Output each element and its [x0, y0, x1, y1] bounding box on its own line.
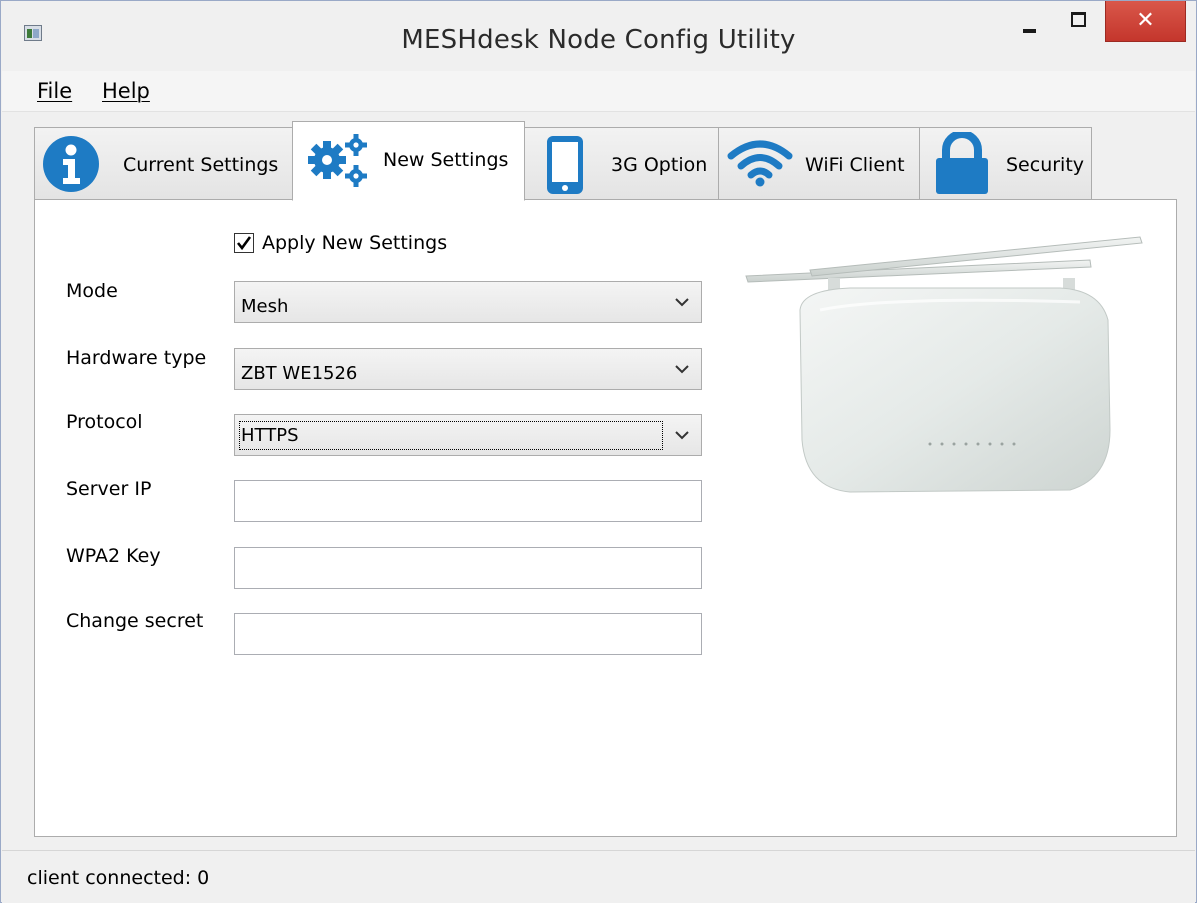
wifi-icon — [727, 140, 793, 187]
menu-bar: File Help — [2, 71, 1195, 112]
tab-wifi-client[interactable]: WiFi Client — [718, 127, 920, 199]
maximize-button[interactable] — [1055, 1, 1101, 43]
router-image — [745, 236, 1143, 493]
server-ip-input[interactable] — [234, 480, 702, 522]
phone-icon — [547, 136, 583, 194]
protocol-label: Protocol — [66, 411, 143, 433]
tab-new-settings[interactable]: New Settings — [292, 121, 525, 201]
protocol-value: HTTPS — [239, 421, 663, 450]
tab-label: Security — [1006, 154, 1085, 176]
protocol-select[interactable]: HTTPS — [234, 414, 702, 456]
gears-icon — [308, 134, 367, 187]
chevron-down-icon — [675, 431, 689, 440]
minimize-button[interactable] — [1007, 1, 1053, 43]
menu-help[interactable]: Help — [102, 79, 150, 103]
tab-current-settings[interactable]: Current Settings — [34, 127, 293, 199]
tab-label: WiFi Client — [805, 154, 905, 176]
title-bar[interactable]: MESHdesk Node Config Utility ✕ — [1, 1, 1196, 69]
chevron-down-icon — [675, 298, 689, 307]
wpa2-key-input[interactable] — [234, 547, 702, 589]
tab-label: New Settings — [383, 149, 509, 171]
new-settings-panel: Apply New Settings Mode Mesh Hardware ty… — [34, 199, 1177, 837]
lock-icon — [936, 132, 988, 194]
tab-label: 3G Option — [611, 154, 708, 176]
hardware-type-value: ZBT WE1526 — [241, 363, 358, 384]
change-secret-label: Change secret — [66, 610, 204, 632]
tab-3g-option[interactable]: 3G Option — [524, 127, 719, 199]
close-button[interactable]: ✕ — [1105, 1, 1186, 42]
menu-file[interactable]: File — [37, 79, 72, 103]
tab-security[interactable]: Security — [919, 127, 1092, 199]
chevron-down-icon — [675, 365, 689, 374]
server-ip-label: Server IP — [66, 478, 152, 500]
mode-label: Mode — [66, 280, 118, 302]
hardware-type-label: Hardware type — [66, 347, 207, 369]
apply-settings-label: Apply New Settings — [262, 232, 448, 254]
mode-value: Mesh — [241, 296, 289, 317]
mode-select[interactable]: Mesh — [234, 281, 702, 323]
status-text: client connected: 0 — [27, 867, 210, 889]
app-window: MESHdesk Node Config Utility ✕ File Help… — [0, 0, 1197, 903]
wpa2-key-label: WPA2 Key — [66, 545, 161, 567]
tab-label: Current Settings — [123, 154, 279, 176]
change-secret-input[interactable] — [234, 613, 702, 655]
info-icon — [43, 136, 99, 192]
checkmark-icon — [236, 236, 252, 251]
status-bar: client connected: 0 — [2, 850, 1195, 903]
hardware-type-select[interactable]: ZBT WE1526 — [234, 348, 702, 390]
apply-settings-checkbox[interactable] — [234, 233, 254, 253]
